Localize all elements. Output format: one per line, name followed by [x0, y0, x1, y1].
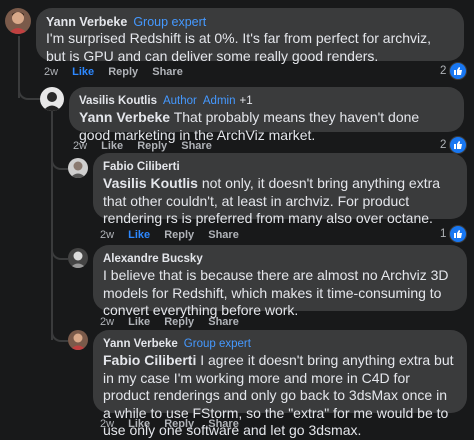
reaction-count[interactable]: 2: [440, 62, 468, 80]
comment-actions: 2w Like Reply Share: [44, 66, 194, 78]
comment-bubble: Vasilis Koutlis Author Admin +1 Yann Verbek…: [69, 87, 464, 143]
like-thumb-icon: [449, 136, 468, 154]
like-thumb-icon: [449, 62, 468, 80]
comment-time[interactable]: 2w: [100, 418, 114, 430]
comment-time[interactable]: 2w: [73, 140, 87, 152]
reply-button[interactable]: Reply: [164, 229, 194, 241]
like-button[interactable]: Like: [128, 316, 150, 328]
reply-button[interactable]: Reply: [164, 418, 194, 430]
comment-author[interactable]: Yann Verbeke: [46, 15, 127, 29]
like-button[interactable]: Like: [128, 418, 150, 430]
comment-text: I believe that is because there are almo…: [103, 267, 449, 318]
comment-actions: 2w Like Reply Share: [100, 418, 250, 430]
share-button[interactable]: Share: [181, 140, 212, 152]
comment-bubble: Yann Verbeke Group expert Fabio Ciliberti…: [93, 330, 467, 438]
comment-actions: 2w Like Reply Share: [73, 140, 223, 152]
avatar[interactable]: [68, 158, 88, 178]
share-button[interactable]: Share: [208, 229, 239, 241]
reply-button[interactable]: Reply: [164, 316, 194, 328]
comment-author[interactable]: Fabio Ciliberti: [103, 161, 180, 173]
reaction-number: 2: [440, 65, 447, 77]
reaction-count[interactable]: 2: [440, 136, 468, 154]
comment-author[interactable]: Vasilis Koutlis: [79, 95, 157, 107]
like-button[interactable]: Like: [128, 229, 150, 241]
like-thumb-icon: [449, 225, 468, 243]
admin-badge[interactable]: Admin: [203, 95, 236, 107]
author-badge[interactable]: Author: [163, 95, 197, 107]
comment-author[interactable]: Alexandre Bucsky: [103, 253, 203, 265]
mention-link[interactable]: Vasilis Koutlis: [103, 175, 198, 191]
comment-actions: 2w Like Reply Share: [100, 229, 250, 241]
thread-elbow: [51, 326, 68, 342]
share-button[interactable]: Share: [152, 66, 183, 78]
thread-elbow: [51, 244, 68, 260]
reaction-number: 1: [440, 228, 447, 240]
comment-bubble: Alexandre Bucsky I believe that is becau…: [93, 245, 467, 318]
like-button[interactable]: Like: [101, 140, 123, 152]
avatar[interactable]: [5, 8, 31, 34]
comment-author[interactable]: Yann Verbeke: [103, 338, 178, 350]
avatar[interactable]: [40, 87, 64, 111]
comment-bubble: Fabio Ciliberti Vasilis Koutlis not only…: [93, 153, 467, 226]
mention-link[interactable]: Fabio Ciliberti: [103, 352, 196, 368]
thread-elbow: [18, 84, 40, 100]
reaction-number: 2: [440, 139, 447, 151]
comment-actions: 2w Like Reply Share: [100, 316, 250, 328]
avatar[interactable]: [68, 248, 88, 268]
reaction-count[interactable]: 1: [440, 225, 468, 243]
group-expert-badge[interactable]: Group expert: [184, 338, 251, 350]
like-button[interactable]: Like: [72, 66, 94, 78]
share-button[interactable]: Share: [208, 418, 239, 430]
comment-time[interactable]: 2w: [44, 66, 58, 78]
mention-link[interactable]: Yann Verbeke: [79, 109, 170, 125]
comment-time[interactable]: 2w: [100, 316, 114, 328]
reply-button[interactable]: Reply: [108, 66, 138, 78]
more-badges[interactable]: +1: [239, 95, 252, 107]
share-button[interactable]: Share: [208, 316, 239, 328]
comment-bubble: Yann Verbeke Group expert I'm surprised R…: [36, 8, 464, 64]
group-expert-badge[interactable]: Group expert: [133, 15, 206, 29]
comment-time[interactable]: 2w: [100, 229, 114, 241]
thread-elbow: [51, 154, 68, 170]
avatar[interactable]: [68, 330, 88, 350]
comment-text: I'm surprised Redshift is at 0%. It's fa…: [46, 30, 432, 64]
reply-button[interactable]: Reply: [137, 140, 167, 152]
thread-line: [51, 108, 53, 340]
